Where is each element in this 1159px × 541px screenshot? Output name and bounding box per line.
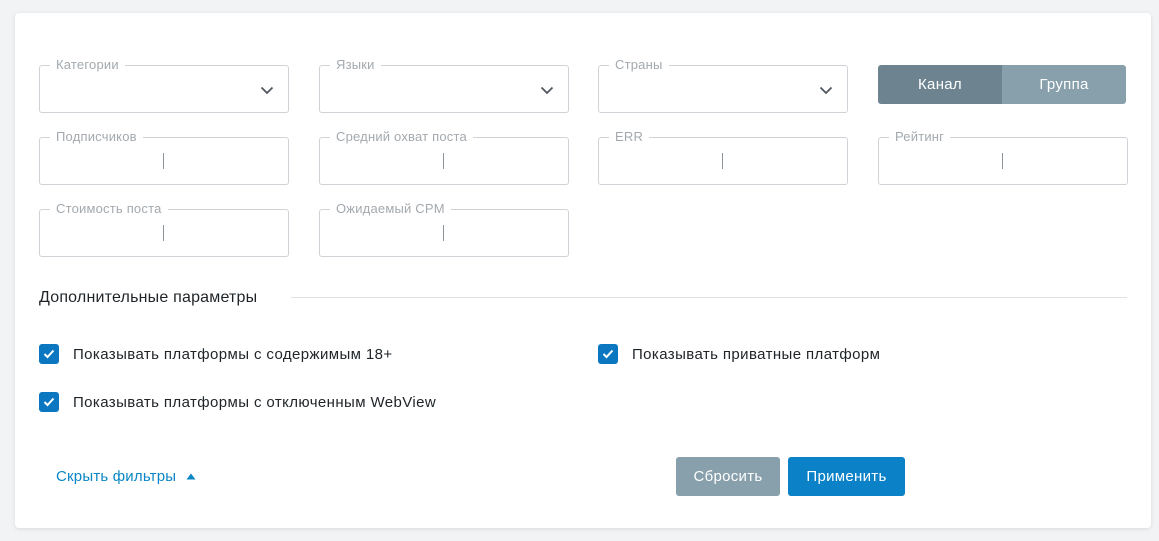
chevron-up-icon	[186, 473, 196, 480]
reset-button[interactable]: Сбросить	[676, 457, 780, 496]
checkbox-checked-icon[interactable]	[598, 344, 618, 364]
subscribers-range-input[interactable]: Подписчиков	[39, 129, 289, 185]
toggle-channel[interactable]: Канал	[878, 65, 1002, 104]
chevron-down-icon	[260, 86, 274, 95]
adult-content-checkbox[interactable]: Показывать платформы с содержимым 18+	[39, 344, 393, 364]
languages-label: Языки	[330, 57, 381, 73]
chevron-down-icon	[819, 86, 833, 95]
languages-select[interactable]: Языки	[319, 57, 569, 113]
countries-label: Страны	[609, 57, 669, 73]
hide-filters-link[interactable]: Скрыть фильтры	[56, 468, 196, 485]
range-divider	[1002, 153, 1003, 169]
subscribers-label: Подписчиков	[50, 129, 143, 145]
expected-cpm-range-input[interactable]: Ожидаемый CPM	[319, 201, 569, 257]
filters-panel: Категории Языки Страны Канал Группа Подп…	[15, 13, 1151, 528]
toggle-group[interactable]: Группа	[1002, 65, 1126, 104]
webview-disabled-label: Показывать платформы с отключенным WebVi…	[73, 393, 437, 411]
range-divider	[443, 153, 444, 169]
avg-reach-label: Средний охват поста	[330, 129, 473, 145]
apply-button[interactable]: Применить	[788, 457, 905, 496]
checkbox-checked-icon[interactable]	[39, 344, 59, 364]
categories-select[interactable]: Категории	[39, 57, 289, 113]
hide-filters-label: Скрыть фильтры	[56, 468, 177, 485]
rating-label: Рейтинг	[889, 129, 951, 145]
range-divider	[722, 153, 723, 169]
section-divider	[291, 297, 1127, 298]
additional-params-title: Дополнительные параметры	[39, 289, 258, 306]
chevron-down-icon	[540, 86, 554, 95]
err-label: ERR	[609, 129, 650, 145]
avg-reach-range-input[interactable]: Средний охват поста	[319, 129, 569, 185]
post-cost-label: Стоимость поста	[50, 201, 168, 217]
checkbox-checked-icon[interactable]	[39, 392, 59, 412]
post-cost-range-input[interactable]: Стоимость поста	[39, 201, 289, 257]
range-divider	[163, 225, 164, 241]
categories-label: Категории	[50, 57, 125, 73]
range-divider	[443, 225, 444, 241]
rating-range-input[interactable]: Рейтинг	[878, 129, 1128, 185]
range-divider	[163, 153, 164, 169]
private-platforms-checkbox[interactable]: Показывать приватные платформ	[598, 344, 880, 364]
platform-type-toggle: Канал Группа	[878, 65, 1126, 104]
countries-select[interactable]: Страны	[598, 57, 848, 113]
adult-content-label: Показывать платформы с содержимым 18+	[73, 345, 393, 363]
private-platforms-label: Показывать приватные платформ	[632, 345, 881, 363]
webview-disabled-checkbox[interactable]: Показывать платформы с отключенным WebVi…	[39, 392, 436, 412]
expected-cpm-label: Ожидаемый CPM	[330, 201, 451, 217]
err-range-input[interactable]: ERR	[598, 129, 848, 185]
